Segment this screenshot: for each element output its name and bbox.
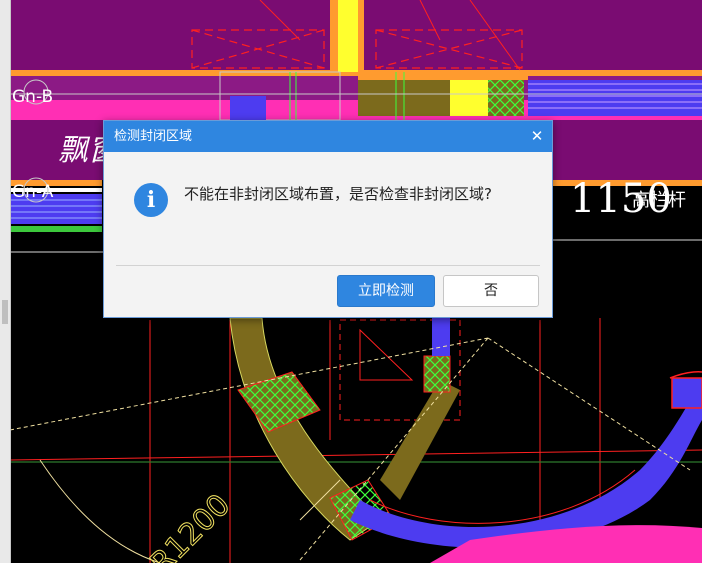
no-button[interactable]: 否: [443, 275, 539, 307]
dialog-titlebar[interactable]: 检测封闭区域 ✕: [104, 121, 552, 152]
grid-label-gn-b: Gn-B: [12, 87, 53, 107]
dialog-divider: [116, 265, 540, 266]
info-icon: i: [134, 183, 168, 217]
dimension-label-1150-suffix: 高栏杆: [632, 190, 686, 211]
left-panel-edge: [0, 0, 11, 563]
dialog-title: 检测封闭区域: [114, 129, 193, 144]
detect-now-button[interactable]: 立即检测: [337, 275, 435, 307]
dialog-message: 不能在非封闭区域布置，是否检查非封闭区域?: [184, 185, 492, 203]
grid-label-gn-a: Gn-A: [12, 182, 54, 202]
panel-splitter-handle[interactable]: [2, 300, 8, 324]
radius-label: R1200: [144, 488, 237, 563]
close-icon[interactable]: ✕: [526, 125, 548, 147]
detect-closed-region-dialog: 检测封闭区域 ✕ i 不能在非封闭区域布置，是否检查非封闭区域? 立即检测 否: [103, 120, 553, 318]
